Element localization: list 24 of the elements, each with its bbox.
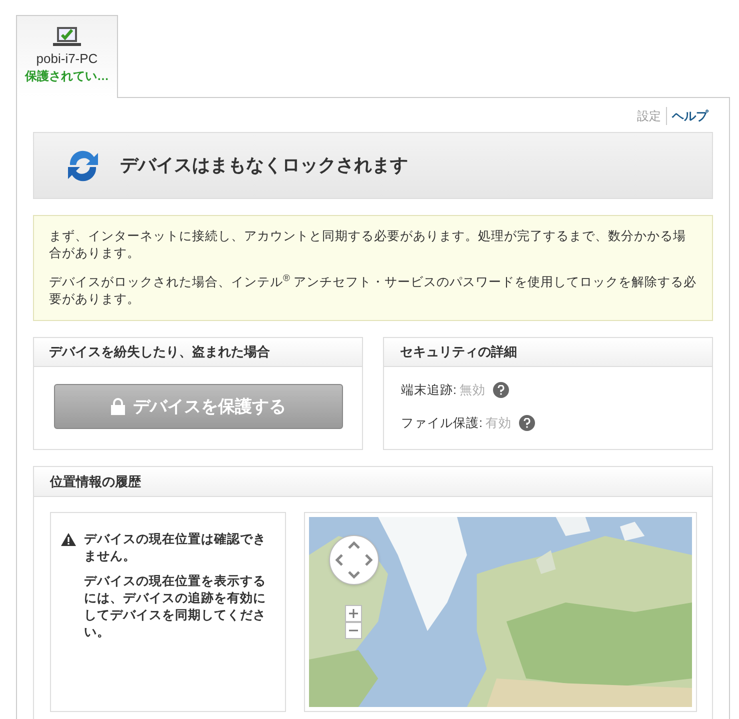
notice-text: まず、インターネットに接続し、アカウントと同期する必要があります。処理が完了するまで、数分かかる場合があります。 bbox=[49, 228, 687, 262]
detail-label: ファイル保護: bbox=[401, 414, 482, 432]
detail-value: 有効 bbox=[485, 414, 512, 432]
hint-text: デバイスの現在位置を表示するには、デバイスの追跡を有効にしてデバイスを同期してください。 bbox=[84, 573, 267, 641]
help-icon[interactable] bbox=[493, 382, 510, 398]
panel-title: セキュリティの詳細 bbox=[400, 343, 517, 362]
lock-icon bbox=[111, 398, 125, 415]
help-icon[interactable] bbox=[519, 415, 536, 432]
banner-title: デバイスはまもなくロックされます bbox=[120, 154, 408, 177]
warning-text: デバイスの現在位置は確認できません。 bbox=[84, 531, 267, 565]
panel-title: デバイスを紛失したり、盗まれた場合 bbox=[49, 343, 270, 362]
detail-value: 無効 bbox=[459, 382, 486, 399]
zoom-in-button[interactable] bbox=[345, 605, 362, 622]
laptop-check-icon bbox=[53, 26, 81, 48]
device-name: pobi-i7-PC bbox=[36, 50, 98, 68]
zoom-out-button[interactable] bbox=[345, 622, 362, 639]
header-link[interactable]: ヘルプ bbox=[666, 107, 713, 125]
panel-title: 位置情報の履歴 bbox=[50, 472, 141, 491]
warning-icon bbox=[61, 533, 76, 546]
plus-icon bbox=[349, 609, 358, 618]
device-status: 保護されてい… bbox=[25, 68, 109, 84]
device-tab[interactable]: pobi-i7-PC 保護されてい… bbox=[16, 15, 118, 98]
detail-label: 端末追跡: bbox=[401, 382, 456, 399]
notice-text: デバイスがロックされた場合、インテル$^{®}$ アンチセフト・サービスのパスワードを使用してロックを解除する必要があります。 bbox=[49, 274, 697, 308]
